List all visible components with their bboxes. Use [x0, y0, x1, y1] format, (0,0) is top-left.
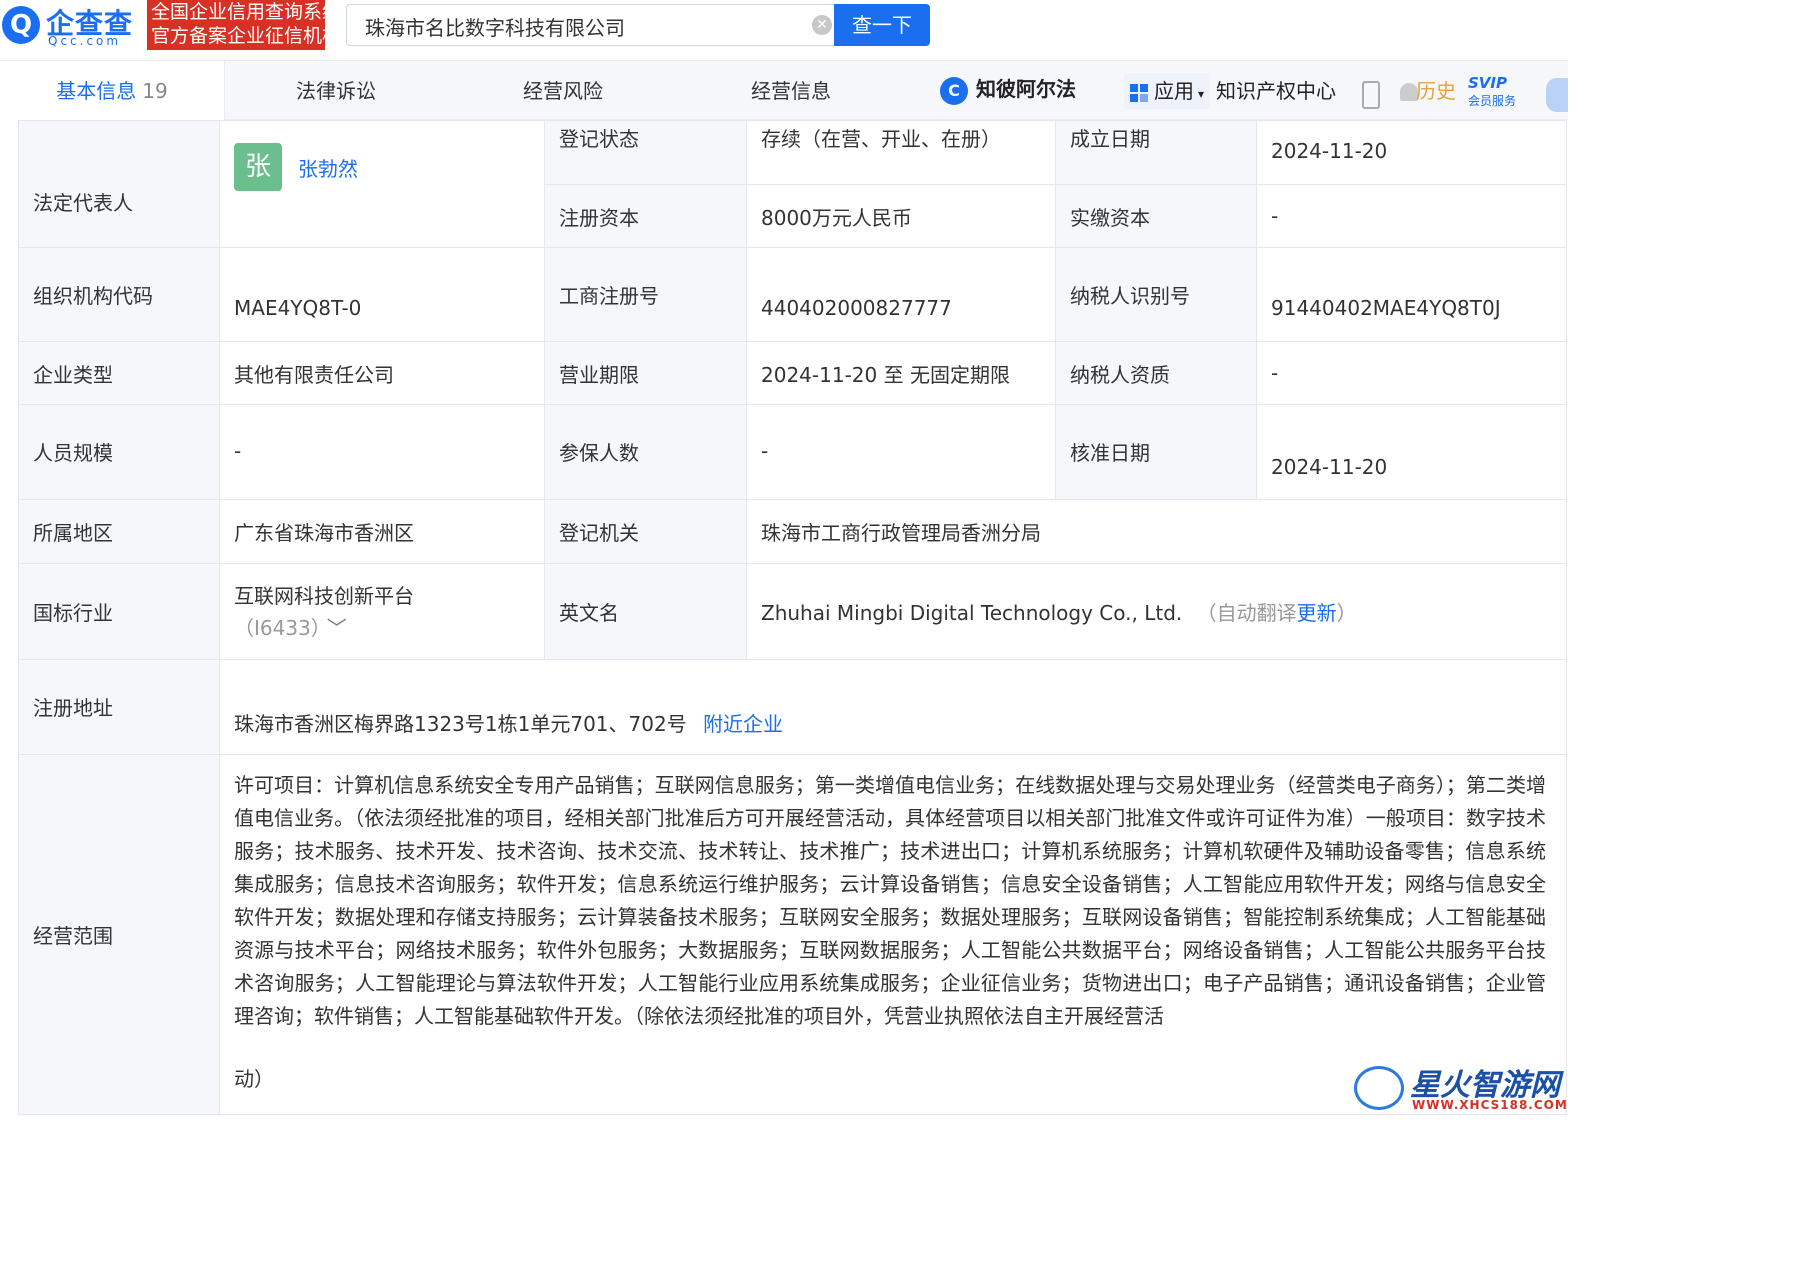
banner-line-1: 全国企业信用查询系统 — [151, 1, 325, 23]
site-watermark: 星火智游网 WWW.XHCS188.COM — [1350, 1060, 1568, 1115]
grid-icon — [1130, 83, 1148, 102]
ip-center-link[interactable]: 知识产权中心 — [1216, 73, 1336, 109]
apps-label: 应用 — [1154, 79, 1194, 103]
watermark-url: WWW.XHCS188.COM — [1412, 1098, 1568, 1112]
taxpayer-id-value: 91440402MAE4YQ8T0J — [1256, 247, 1567, 342]
biz-term-value: 2024-11-20 至 无固定期限 — [746, 341, 1056, 405]
svip-button[interactable]: SVIP 会员服务 — [1468, 74, 1528, 112]
qcc-logo-icon[interactable]: Q — [2, 6, 40, 44]
search-input[interactable] — [363, 5, 797, 47]
tab-business-info[interactable]: 经营信息 — [751, 61, 831, 121]
reg-authority-value: 珠海市工商行政管理局香洲分局 — [746, 499, 1567, 564]
english-name-label: 英文名 — [544, 563, 747, 660]
company-type-label: 企业类型 — [18, 341, 220, 405]
reg-authority-label: 登记机关 — [544, 499, 747, 564]
clear-icon[interactable]: ✕ — [812, 15, 832, 35]
atom-logo-icon — [1354, 1066, 1404, 1110]
svip-label: SVIP — [1468, 74, 1507, 92]
staff-size-value: - — [219, 404, 545, 500]
caret-down-icon: ▾ — [1198, 87, 1205, 101]
legal-rep-cell: 张张勃然 — [219, 120, 545, 248]
found-date-label: 成立日期 — [1055, 120, 1257, 185]
legal-rep-avatar[interactable]: 张 — [234, 143, 282, 191]
org-code-value: MAE4YQ8T-0 — [219, 247, 545, 342]
tab-basic-info[interactable]: 基本信息 19 — [0, 61, 225, 121]
reg-status-label: 登记状态 — [544, 120, 747, 185]
industry-code: （I6433） — [234, 616, 321, 640]
taxpayer-qual-value: - — [1256, 341, 1567, 405]
history-link[interactable]: 历史 — [1416, 73, 1456, 109]
user-avatar-icon[interactable] — [1546, 78, 1568, 112]
industry-label: 国标行业 — [18, 563, 220, 660]
org-code-label: 组织机构代码 — [18, 247, 220, 342]
mobile-icon[interactable] — [1362, 81, 1380, 109]
address-value: 珠海市香洲区梅界路1323号1栋1单元701、702号 — [234, 712, 687, 736]
insured-label: 参保人数 — [544, 404, 747, 500]
search-button[interactable]: 查一下 — [834, 4, 930, 46]
biz-term-label: 营业期限 — [544, 341, 747, 405]
english-name-value: Zhuhai Mingbi Digital Technology Co., Lt… — [761, 601, 1183, 625]
logo-subtitle: Qcc.com — [48, 34, 122, 48]
industry-code-toggle[interactable]: （I6433） ﹀ — [234, 612, 530, 644]
biz-reg-no-value: 440402000827777 — [746, 247, 1056, 342]
top-bar: Q 企查查 Qcc.com 全国企业信用查询系统 官方备案企业征信机构 ✕ 查一… — [0, 0, 1568, 60]
scope-label: 经营范围 — [18, 754, 220, 1115]
paid-capital-label: 实缴资本 — [1055, 184, 1257, 248]
english-name-cell: Zhuhai Mingbi Digital Technology Co., Lt… — [746, 563, 1567, 660]
scope-value: 许可项目：计算机信息系统安全专用产品销售；互联网信息服务；第一类增值电信业务；在… — [234, 773, 1546, 1028]
reg-capital-label: 注册资本 — [544, 184, 747, 248]
auto-translate-prefix: （自动翻译 — [1196, 601, 1297, 625]
banner-line-2: 官方备案企业征信机构 — [151, 25, 325, 47]
legal-rep-label: 法定代表人 — [18, 120, 220, 248]
tab-basic-info-label: 基本信息 — [56, 79, 137, 103]
taxpayer-qual-label: 纳税人资质 — [1055, 341, 1257, 405]
zhibi-alpha-link[interactable]: C 知彼阿尔法 — [940, 71, 1076, 107]
region-label: 所属地区 — [18, 499, 220, 564]
biz-reg-no-label: 工商注册号 — [544, 247, 747, 342]
zhibi-label: 知彼阿尔法 — [976, 77, 1076, 101]
nearby-companies-link[interactable]: 附近企业 — [703, 712, 783, 736]
industry-value: 互联网科技创新平台 — [234, 584, 414, 608]
found-date-value: 2024-11-20 — [1256, 120, 1567, 185]
reg-capital-value: 8000万元人民币 — [746, 184, 1056, 248]
chevron-down-icon: ﹀ — [326, 616, 347, 640]
address-label: 注册地址 — [18, 659, 220, 755]
nav-bar: 基本信息 19 法律诉讼 经营风险 经营信息 C 知彼阿尔法 应用 ▾ 知识产权中心 … — [0, 60, 1568, 121]
tab-legal[interactable]: 法律诉讼 — [296, 61, 376, 121]
search-box — [346, 4, 834, 47]
insured-value: - — [746, 404, 1056, 500]
address-cell: 珠海市香洲区梅界路1323号1栋1单元701、702号 附近企业 — [219, 659, 1567, 755]
paid-capital-value: - — [1256, 184, 1567, 248]
industry-cell: 互联网科技创新平台 （I6433） ﹀ — [219, 563, 545, 660]
reg-status-value: 存续（在营、开业、在册） — [746, 120, 1056, 185]
tab-risk[interactable]: 经营风险 — [523, 61, 603, 121]
apps-menu[interactable]: 应用 ▾ — [1124, 73, 1211, 109]
legal-rep-name-link[interactable]: 张勃然 — [298, 153, 358, 182]
company-type-value: 其他有限责任公司 — [219, 341, 545, 405]
approval-date-value: 2024-11-20 — [1256, 404, 1567, 500]
tab-basic-info-count: 19 — [142, 79, 168, 103]
auto-translate-suffix: ） — [1336, 601, 1357, 625]
zhibi-icon: C — [940, 76, 968, 105]
basic-info-table: 法定代表人 张张勃然 登记状态 存续（在营、开业、在册） 成立日期 2024-1… — [18, 120, 1567, 1115]
credit-banner: 全国企业信用查询系统 官方备案企业征信机构 — [147, 0, 325, 50]
staff-size-label: 人员规模 — [18, 404, 220, 500]
member-service-label: 会员服务 — [1468, 94, 1517, 108]
taxpayer-id-label: 纳税人识别号 — [1055, 247, 1257, 342]
approval-date-label: 核准日期 — [1055, 404, 1257, 500]
region-value: 广东省珠海市香洲区 — [219, 499, 545, 564]
update-translation-link[interactable]: 更新 — [1297, 601, 1337, 625]
